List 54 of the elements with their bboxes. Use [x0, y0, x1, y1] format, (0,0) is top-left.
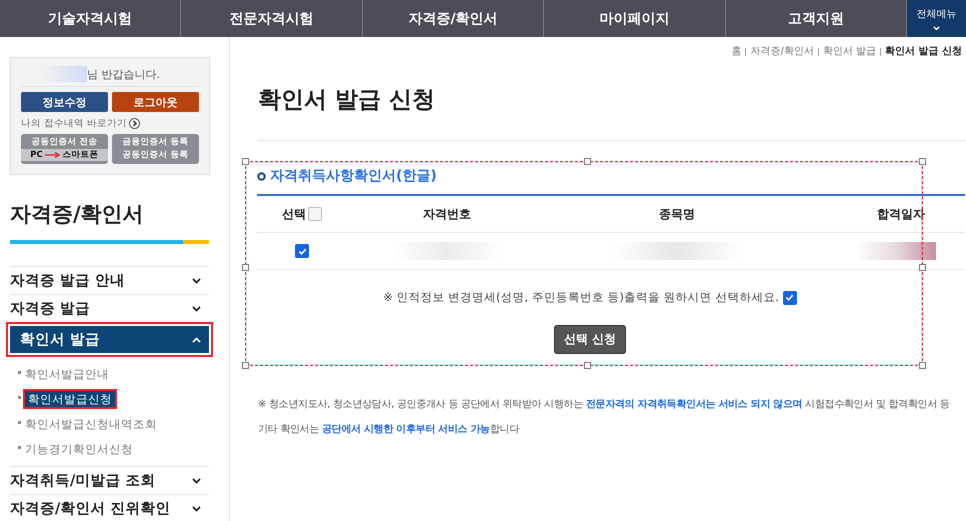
- resize-handle[interactable]: [242, 158, 249, 165]
- breadcrumb-link[interactable]: 확인서 발급 신청: [885, 44, 962, 58]
- column-header: 자격번호: [423, 206, 471, 222]
- breadcrumb-link[interactable]: 자격증/확인서: [750, 44, 814, 58]
- button-label: 금융인증서 등록: [122, 136, 188, 149]
- select-all-checkbox[interactable]: [308, 207, 322, 221]
- submenu-link[interactable]: 확인서발급신청: [25, 391, 115, 407]
- chevron-down-icon: [192, 278, 201, 284]
- submenu-link[interactable]: 확인서발급신청내역조회: [25, 417, 157, 431]
- resize-handle[interactable]: [584, 362, 591, 369]
- sidebar-menu-item[interactable]: 확인서 발급: [10, 326, 209, 353]
- greeting-text: 님 반갑습니다.: [87, 66, 160, 82]
- shortcut-link[interactable]: 나의 접수내역 바로가기: [21, 117, 128, 130]
- checkmark-icon: [784, 292, 796, 303]
- resize-handle[interactable]: [919, 264, 926, 270]
- resize-handle[interactable]: [919, 158, 926, 165]
- all-menu-button[interactable]: 전체메뉴 ⌄: [907, 0, 966, 37]
- resize-handle[interactable]: [584, 158, 591, 165]
- section-title: 자격취득사항확인서(한글): [270, 167, 437, 185]
- sidebar-menu-item[interactable]: 자격증 발급: [10, 295, 209, 322]
- column-header: 선택: [282, 206, 306, 222]
- sidebar-menu-item[interactable]: 자격증/확인서 진위확인: [10, 495, 209, 521]
- account-button[interactable]: 정보수정: [21, 92, 108, 112]
- submenu-link[interactable]: 확인서발급안내: [25, 367, 109, 381]
- option-text: ※ 인적정보 변경명세(성명, 주민등록번호 등)출력을 원하시면 선택하세요.: [383, 290, 779, 305]
- button-label: PC: [30, 149, 43, 161]
- column-header: 종목명: [659, 206, 695, 222]
- submit-button[interactable]: 선택 신청: [554, 325, 626, 354]
- account-button[interactable]: 로그아웃: [112, 92, 199, 112]
- option-checkbox[interactable]: [782, 290, 797, 304]
- resize-handle[interactable]: [919, 362, 926, 369]
- submenu-link[interactable]: 기능경기확인서신청: [25, 442, 133, 456]
- row-checkbox[interactable]: [295, 244, 309, 258]
- breadcrumb-link[interactable]: 확인서 발급: [822, 44, 876, 58]
- chevron-down-icon: [192, 478, 201, 484]
- arrow-circle-icon: [129, 118, 140, 129]
- ring-bullet-icon: [257, 172, 266, 180]
- button-label: 공동인증서 등록: [122, 149, 188, 162]
- page-title: 확인서 발급 신청: [258, 86, 436, 115]
- chevron-down-icon: [192, 306, 201, 312]
- sidebar-menu-item[interactable]: 자격취득/미발급 조회: [10, 467, 209, 494]
- button-label: 공동인증서 전송: [32, 136, 98, 149]
- resize-handle[interactable]: [242, 362, 249, 369]
- sidebar-menu-item[interactable]: 자격증 발급 안내: [10, 267, 209, 294]
- resize-handle[interactable]: [242, 264, 249, 270]
- breadcrumb-link[interactable]: 홈: [731, 44, 742, 58]
- chevron-up-icon: [192, 336, 201, 342]
- chevron-down-icon: [192, 506, 201, 512]
- certificate-transfer-button[interactable]: 공동인증서 전송 PC 스마트폰: [21, 134, 108, 164]
- column-header: 합격일자: [877, 206, 925, 222]
- arrow-icon: [44, 152, 61, 158]
- notice-text: ※ 청소년지도사, 청소년상담사, 공인중개사 등 공단에서 위탁받아 시행하는 전문자격의 자격취득확인서는 서비스 되지 않으며 시험접수확인서 및 합격확인서 등 기타 확인서는 공단에서 시행한 이후부터 서비스 가능합니다: [258, 398, 951, 437]
- sidebar-title: 자격증/확인서: [10, 201, 145, 228]
- button-label: 스마트폰: [62, 149, 99, 161]
